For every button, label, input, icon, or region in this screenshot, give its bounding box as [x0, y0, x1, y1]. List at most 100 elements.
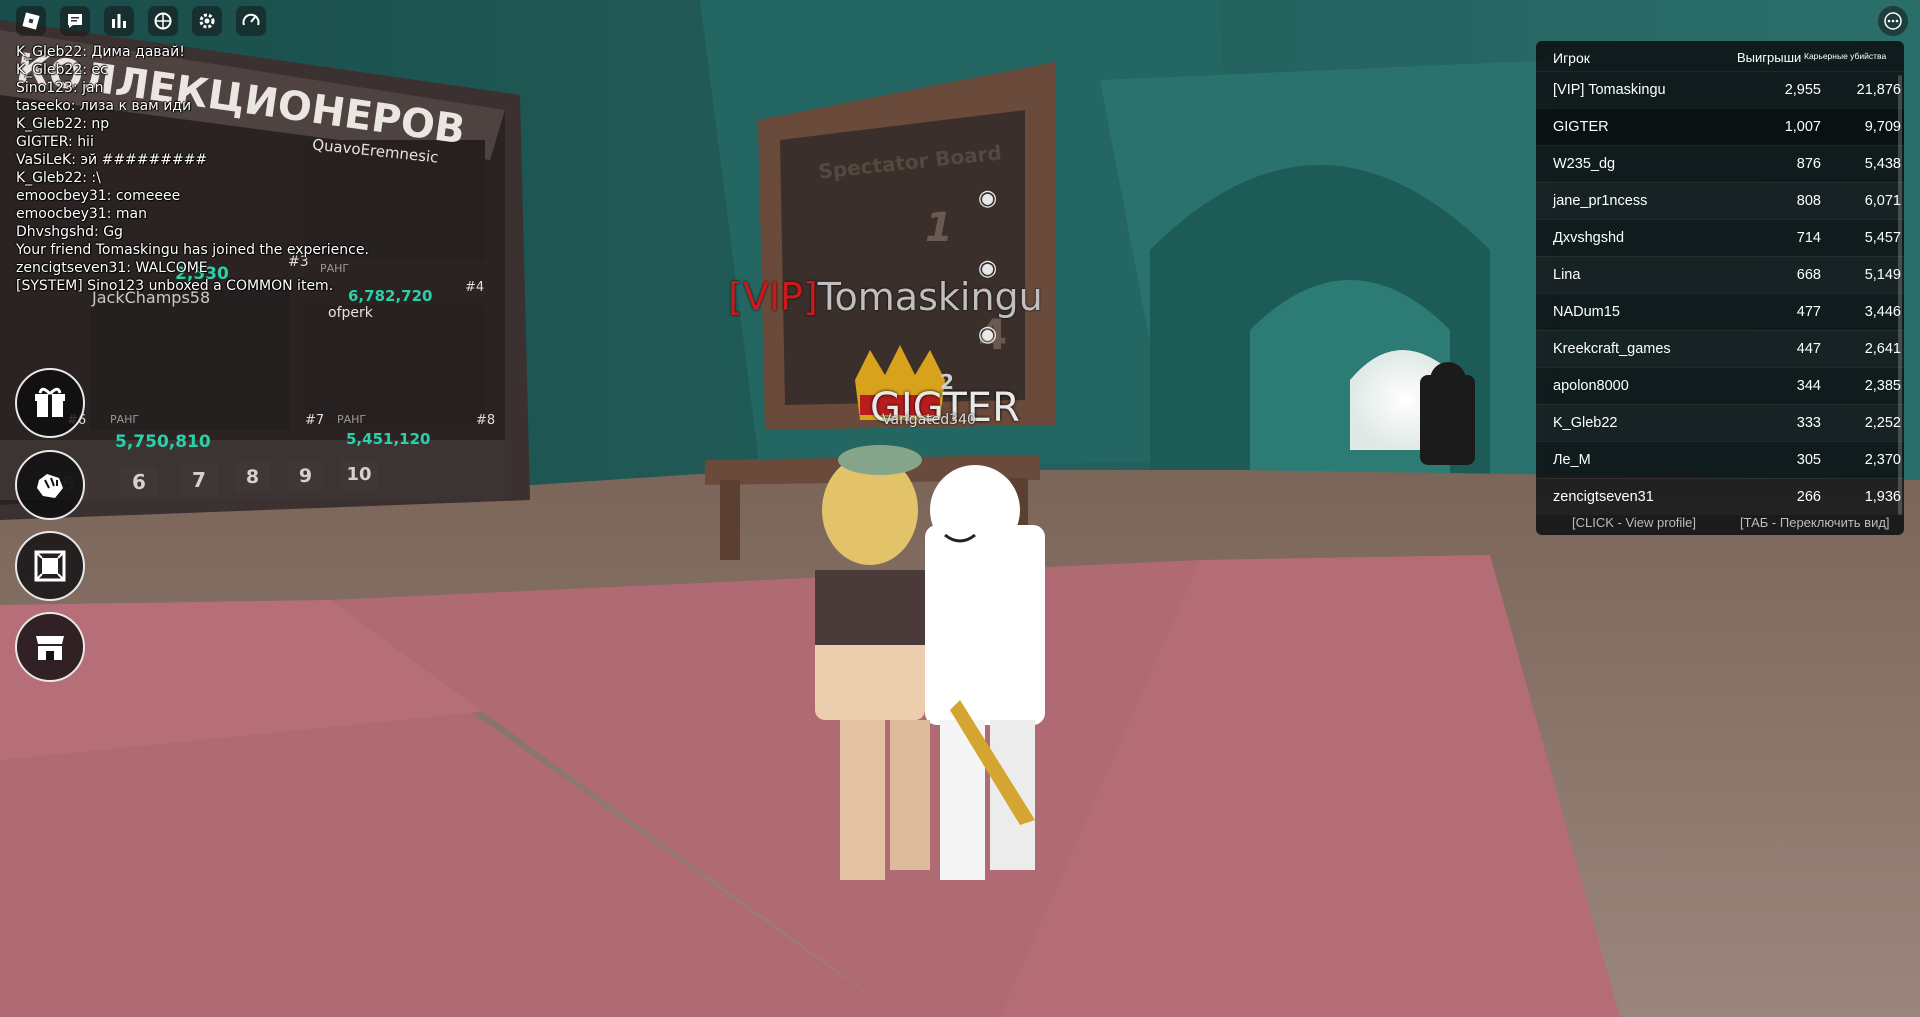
player-wins: 714: [1796, 230, 1821, 246]
roblox-menu-button[interactable]: [16, 6, 46, 36]
player-kills: 9,709: [1864, 119, 1901, 135]
collector-rank-7: #7: [305, 413, 325, 428]
more-button[interactable]: [1878, 6, 1908, 36]
player-name: Kreekcraft_games: [1553, 341, 1671, 357]
footer-view-profile-hint: [CLICK - View profile]: [1572, 515, 1697, 530]
chat-message: emoocbey31: man: [16, 206, 147, 222]
chat-message: Dhvshgshd: Gg: [16, 224, 123, 240]
leaderboard-row[interactable]: Дхvshgshd 714 5,457: [1536, 219, 1904, 256]
collector-page-6[interactable]: 6: [120, 466, 158, 498]
player-kills: 2,385: [1864, 378, 1901, 394]
player-wins: 344: [1796, 378, 1821, 394]
leaderboard-row[interactable]: W235_dg 876 5,438: [1536, 145, 1904, 182]
player-wins: 668: [1796, 267, 1821, 283]
inventory-button[interactable]: [15, 450, 85, 520]
frame-button[interactable]: [15, 531, 85, 601]
header-kills: Карьерные убийства: [1804, 51, 1887, 61]
dial-icon: [242, 13, 260, 26]
footer-toggle-view-hint: [ТАБ - Переключить вид]: [1740, 515, 1890, 530]
player-kills: 5,438: [1864, 156, 1901, 172]
chat-button[interactable]: [60, 6, 90, 36]
collector-page-7[interactable]: 7: [180, 464, 218, 496]
leaderboard-row[interactable]: Kreekcraft_games 447 2,641: [1536, 330, 1904, 367]
emotes-button[interactable]: [148, 6, 178, 36]
chat-message: K_Gleb22: np: [16, 116, 110, 132]
chat-message: VaSiLeK: эй #########: [16, 152, 208, 168]
vip-prefix: [VIP]: [728, 275, 818, 319]
gift-button[interactable]: [15, 368, 85, 438]
leaderboard-row[interactable]: GIGTER 1,007 9,709: [1536, 108, 1904, 145]
player-name: Ле_М: [1553, 452, 1591, 468]
leaderboard-row[interactable]: [VIP] Tomaskingu 2,955 21,876: [1536, 71, 1904, 108]
player-name: Lina: [1553, 267, 1581, 283]
collector-rank-word-3: РАНГ: [337, 413, 367, 426]
player-name: jane_pr1ncess: [1553, 193, 1648, 209]
collector-page-8[interactable]: 8: [235, 462, 270, 492]
gift-icon: [35, 387, 65, 417]
vip-name: Tomaskingu: [817, 275, 1043, 319]
chat-message: taseeko: лиза к вам иди: [16, 98, 192, 114]
collector-rank-word-2: РАНГ: [110, 413, 140, 426]
camera-icon-1[interactable]: ◉: [978, 186, 997, 211]
player-name: GIGTER: [1553, 119, 1609, 135]
player-kills: 2,252: [1864, 415, 1901, 431]
leaderboard-row[interactable]: apolon8000 344 2,385: [1536, 367, 1904, 404]
player-wins: 333: [1796, 415, 1821, 431]
collector-page-10[interactable]: 10: [340, 460, 378, 490]
shop-button[interactable]: [15, 612, 85, 682]
chat-message: emoocbey31: comeeee: [16, 188, 181, 204]
camera-icon-3[interactable]: ◉: [978, 322, 997, 347]
performance-button[interactable]: [236, 6, 266, 36]
collector-page-9[interactable]: 9: [288, 461, 323, 491]
player-kills: 5,457: [1864, 230, 1901, 246]
fist-icon: [37, 474, 63, 498]
collector-rank-4: #4: [465, 280, 485, 295]
chat-message: K_Gleb22: :\: [16, 170, 101, 186]
leaderboard-row[interactable]: NADum15 477 3,446: [1536, 293, 1904, 330]
settings-button[interactable]: [192, 6, 222, 36]
more-dots-icon: [1884, 12, 1902, 30]
storefront-icon: [36, 636, 64, 660]
collector-value-2: 5,750,810: [115, 432, 211, 452]
player-wins: 808: [1796, 193, 1821, 209]
leaderboard-scrollbar[interactable]: [1898, 75, 1902, 515]
leaderboard-row[interactable]: jane_pr1ncess 808 6,071: [1536, 182, 1904, 219]
leaderboard-header: Игрок Выигрыши Карьерные убийства: [1536, 41, 1904, 71]
player-kills: 21,876: [1856, 82, 1901, 98]
spectator-number-1: 1: [925, 205, 953, 251]
player-name: zencigtseven31: [1553, 489, 1654, 505]
leaderboard-panel[interactable]: Игрок Выигрыши Карьерные убийства [VIP] …: [1536, 41, 1904, 535]
leaderboard-button[interactable]: [104, 6, 134, 36]
vip-nametag: [VIP]Tomaskingu: [728, 275, 1043, 319]
leaderboard-footer: [CLICK - View profile] [ТАБ - Переключит…: [1536, 507, 1904, 535]
collector-page-buttons: 5 6 7 8 9 10: [50, 460, 410, 500]
player-wins: 266: [1796, 489, 1821, 505]
collector-value-3: 5,451,120: [346, 430, 431, 448]
collector-rank-8: #8: [476, 413, 496, 428]
globe-people-icon: [154, 12, 172, 30]
leaderboard-row[interactable]: Lina 668 5,149: [1536, 256, 1904, 293]
header-player: Игрок: [1553, 50, 1590, 66]
player-wins: 305: [1796, 452, 1821, 468]
player-wins: 1,007: [1784, 119, 1821, 135]
chat-message: GIGTER: hii: [16, 134, 94, 150]
player-wins: 477: [1796, 304, 1821, 320]
player-subtag: Varigated340: [882, 412, 976, 428]
leaderboard-row[interactable]: K_Gleb22 333 2,252: [1536, 404, 1904, 441]
player-name: K_Gleb22: [1553, 415, 1618, 431]
player-kills: 5,149: [1864, 267, 1901, 283]
player-kills: 6,071: [1864, 193, 1901, 209]
chat-log: K_Gleb22: Дима давай! K_Gleb22: ec Sino1…: [16, 43, 456, 295]
collector-player-name-3: ofperk: [328, 305, 373, 321]
player-name: [VIP] Tomaskingu: [1553, 82, 1666, 98]
chat-message: Your friend Tomaskingu has joined the ex…: [16, 242, 369, 258]
player-wins: 876: [1796, 156, 1821, 172]
player-wins: 447: [1796, 341, 1821, 357]
player-name: apolon8000: [1553, 378, 1629, 394]
chat-message: Sino123: jan: [16, 80, 104, 96]
chat-message: K_Gleb22: ec: [16, 62, 108, 78]
player-name: NADum15: [1553, 304, 1620, 320]
player-name: W235_dg: [1553, 156, 1616, 172]
leaderboard-row[interactable]: Ле_М 305 2,370: [1536, 441, 1904, 478]
player-wins: 2,955: [1784, 82, 1821, 98]
